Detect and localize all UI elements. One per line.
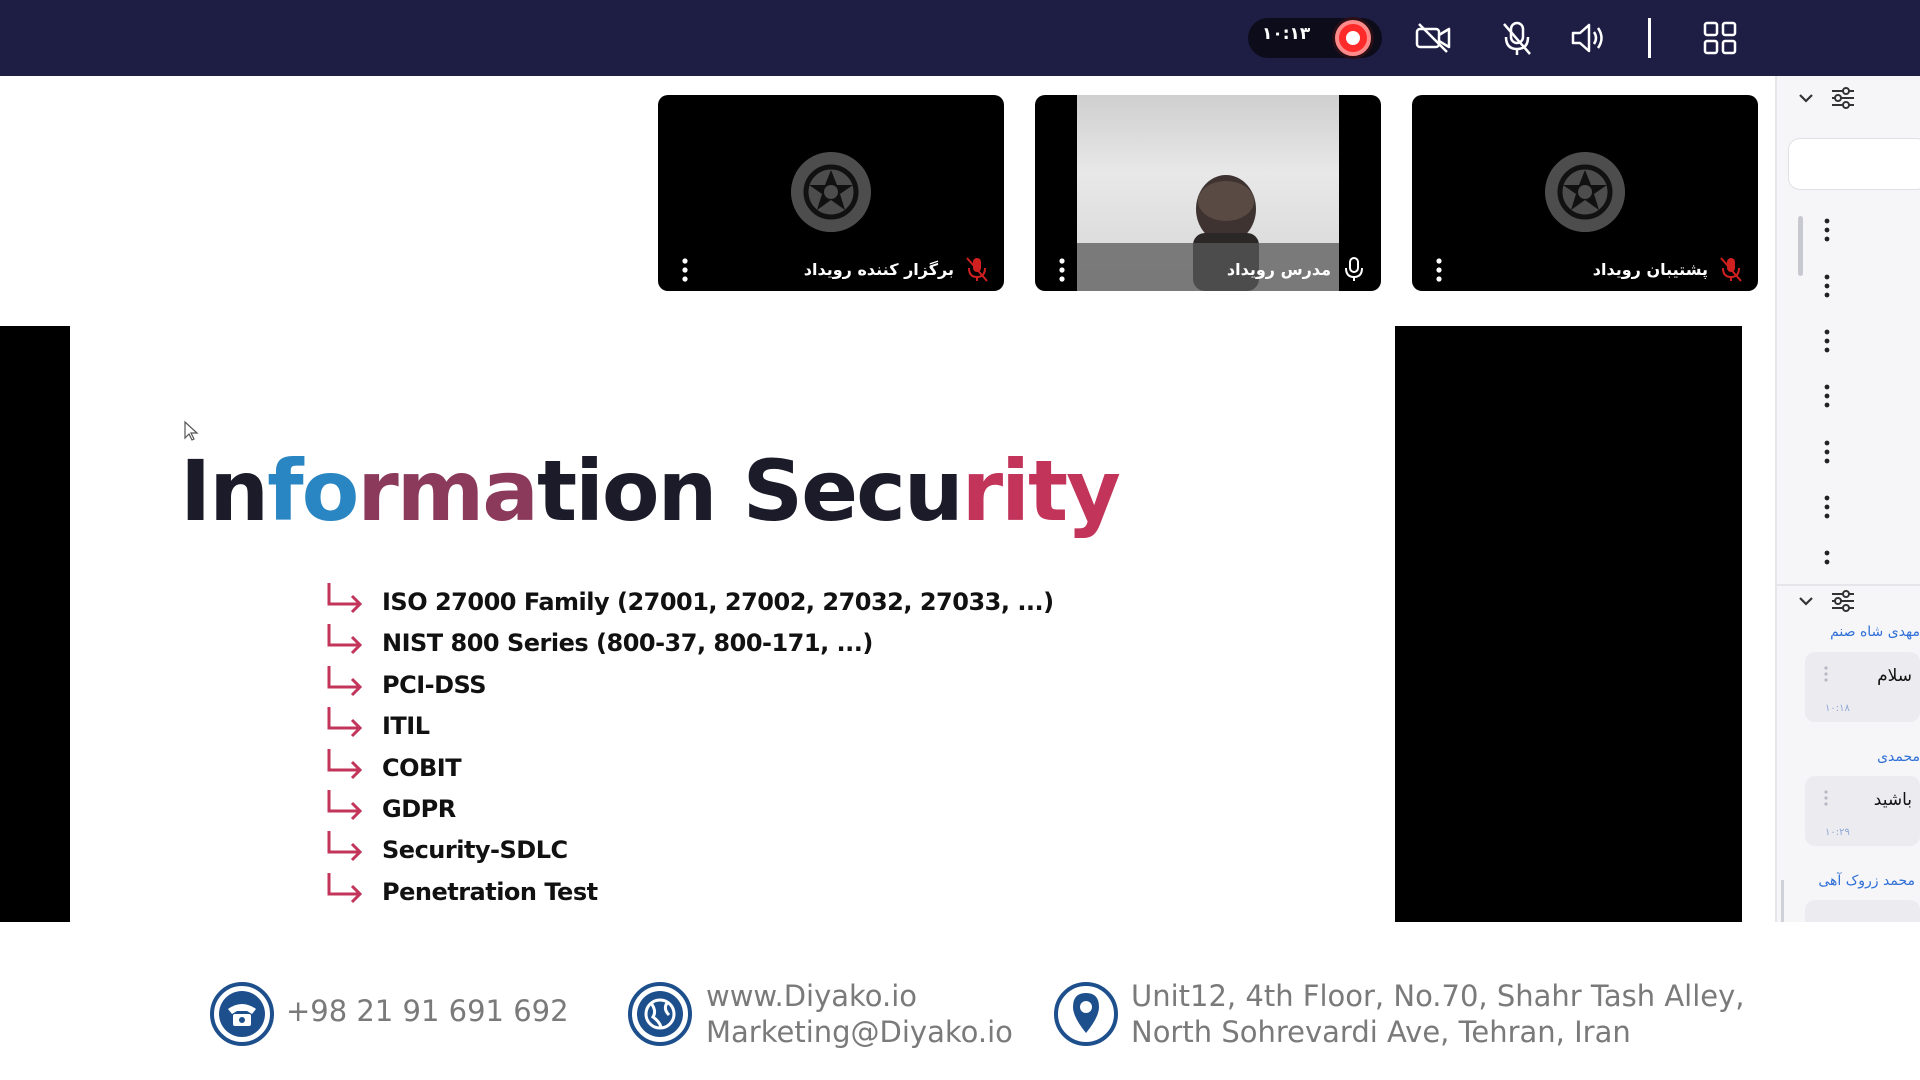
avatar-icon	[791, 152, 871, 232]
more-options-icon[interactable]	[1822, 550, 1832, 566]
title-part: fo	[267, 442, 359, 540]
chevron-down-icon[interactable]	[1796, 591, 1816, 611]
list-item-text: Penetration Test	[382, 877, 598, 906]
more-options-icon[interactable]	[678, 257, 692, 283]
arrow-bullet-icon	[327, 624, 363, 655]
more-options-icon[interactable]	[1822, 218, 1832, 242]
more-options-icon[interactable]	[1822, 274, 1832, 298]
session-timer: ۱۰:۱۳	[1262, 24, 1311, 44]
more-options-icon[interactable]	[1822, 384, 1832, 408]
arrow-bullet-icon	[327, 748, 363, 779]
arrow-bullet-icon	[327, 831, 363, 862]
arrow-bullet-icon	[327, 583, 363, 614]
mic-muted-icon	[1720, 257, 1742, 282]
slide-letterbox-left	[0, 326, 70, 922]
title-part: rity	[961, 442, 1121, 540]
chevron-down-icon[interactable]	[1796, 88, 1816, 108]
more-options-icon[interactable]	[1432, 257, 1446, 283]
slide-title: Information Security	[180, 442, 1121, 540]
more-options-icon[interactable]	[1822, 495, 1832, 519]
list-item-text: GDPR	[382, 794, 456, 823]
footer-phone: +98 21 91 691 692	[286, 994, 569, 1028]
arrow-bullet-icon	[327, 665, 363, 696]
mic-off-icon[interactable]	[1497, 18, 1537, 58]
record-indicator-icon[interactable]	[1335, 20, 1371, 56]
sidebar-divider	[1775, 584, 1920, 586]
chat-message-text: سلام	[1877, 666, 1912, 686]
slide-bullet-list: ISO 27000 Family (27001, 27002, 27032, 2…	[325, 582, 1085, 913]
list-item: ITIL	[325, 706, 1085, 747]
chat-sender: محمدی	[1877, 749, 1920, 765]
more-options-icon[interactable]	[1823, 790, 1829, 806]
more-options-icon[interactable]	[1823, 666, 1829, 682]
chat-sender: محمد زروک آهی	[1818, 873, 1915, 889]
mic-on-icon	[1345, 257, 1363, 281]
more-options-icon[interactable]	[1055, 257, 1069, 283]
participant-tile-instructor[interactable]: مدرس رویداد	[1035, 95, 1381, 291]
speaker-icon[interactable]	[1568, 18, 1608, 58]
list-item-text: NIST 800 Series (800-37, 800-171, ...)	[382, 629, 873, 658]
participant-search-input[interactable]	[1788, 138, 1920, 190]
settings-sliders-icon[interactable]	[1830, 589, 1856, 613]
arrow-bullet-icon	[327, 789, 363, 821]
arrow-bullet-icon	[327, 707, 363, 738]
chat-message-text: باشید	[1873, 790, 1912, 810]
chat-sender: مهدی شاه صنم	[1830, 624, 1920, 640]
mouse-cursor-icon	[184, 420, 199, 441]
list-item-text: ISO 27000 Family (27001, 27002, 27032, 2…	[382, 588, 1054, 616]
more-options-icon[interactable]	[1822, 440, 1832, 464]
list-item: PCI-DSS	[325, 665, 1085, 706]
arrow-bullet-icon	[327, 872, 363, 903]
chat-message: باشید ۱۰:۲۹	[1805, 776, 1920, 846]
participant-tile-support[interactable]: پشتیبان رویداد	[1412, 95, 1758, 291]
list-item: ISO 27000 Family (27001, 27002, 27032, 2…	[325, 582, 1085, 623]
list-item-text: ITIL	[382, 712, 430, 741]
location-pin-icon	[1054, 982, 1118, 1046]
list-item: NIST 800 Series (800-37, 800-171, ...)	[325, 623, 1085, 664]
grid-layout-icon[interactable]	[1700, 18, 1740, 58]
chat-timestamp: ۱۰:۲۹	[1825, 827, 1850, 838]
footer-address-line2: North Sohrevardi Ave, Tehran, Iran	[1131, 1015, 1631, 1049]
participant-name: مدرس رویداد	[1226, 260, 1331, 279]
chat-message: سلام ۱۰:۱۸	[1805, 652, 1920, 722]
list-item-text: PCI-DSS	[382, 670, 487, 699]
title-part: rma	[357, 442, 539, 540]
chat-message	[1805, 900, 1920, 922]
globe-icon	[628, 982, 692, 1046]
list-item: Security-SDLC	[325, 830, 1085, 871]
participant-name: پشتیبان رویداد	[1592, 260, 1708, 279]
footer-email[interactable]: Marketing@Diyako.io	[706, 1015, 1013, 1049]
list-item-text: COBIT	[382, 753, 462, 782]
footer-address-line1: Unit12, 4th Floor, No.70, Shahr Tash All…	[1131, 979, 1745, 1013]
scrollbar[interactable]	[1781, 880, 1784, 922]
scrollbar[interactable]	[1798, 216, 1803, 276]
app-window: ۱۰:۱۳ برگزار کننده رویداد مدرس رویداد پش…	[0, 0, 1920, 1080]
title-part: In	[180, 442, 269, 540]
toolbar-divider	[1648, 18, 1651, 58]
participant-tile-organizer[interactable]: برگزار کننده رویداد	[658, 95, 1004, 291]
avatar-icon	[1545, 152, 1625, 232]
camera-off-icon[interactable]	[1413, 18, 1453, 58]
footer-website[interactable]: www.Diyako.io	[706, 979, 917, 1013]
participant-name: برگزار کننده رویداد	[803, 260, 954, 279]
slide-letterbox-right	[1395, 326, 1742, 922]
chat-timestamp: ۱۰:۱۸	[1825, 703, 1850, 714]
phone-icon	[210, 982, 274, 1046]
settings-sliders-icon[interactable]	[1830, 86, 1856, 110]
top-toolbar	[0, 0, 1920, 76]
mic-muted-icon	[966, 257, 988, 282]
list-item-text: Security-SDLC	[382, 836, 568, 865]
list-item: Penetration Test	[325, 872, 1085, 913]
title-part: tion Secu	[536, 442, 964, 540]
list-item: COBIT	[325, 748, 1085, 789]
more-options-icon[interactable]	[1822, 329, 1832, 353]
list-item: GDPR	[325, 789, 1085, 830]
